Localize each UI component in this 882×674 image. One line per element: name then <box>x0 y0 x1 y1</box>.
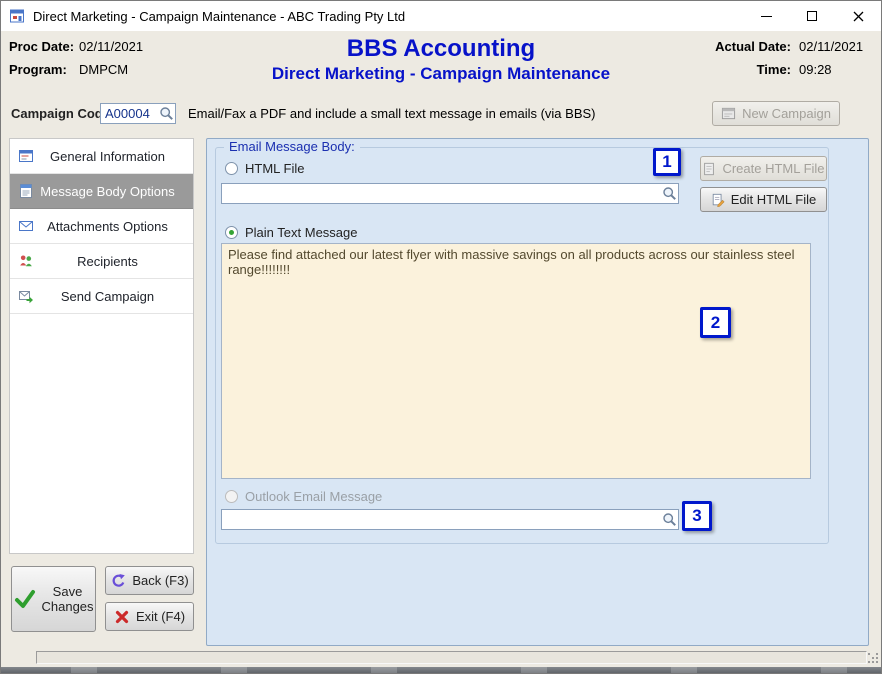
save-check-icon <box>14 588 36 610</box>
save-changes-label: Save Changes <box>42 584 94 614</box>
titlebar: Direct Marketing - Campaign Maintenance … <box>1 1 881 31</box>
status-bar-panel <box>36 651 867 664</box>
taskbar-edge <box>1 667 881 674</box>
document-icon <box>18 183 34 199</box>
people-icon <box>18 253 34 269</box>
outlook-option: Outlook Email Message <box>225 489 382 504</box>
annotation-badge-1: 1 <box>653 148 681 176</box>
outlook-label: Outlook Email Message <box>245 489 382 504</box>
exit-x-icon <box>114 609 130 625</box>
minimize-button[interactable] <box>743 1 789 31</box>
edit-html-file-label: Edit HTML File <box>731 192 816 207</box>
window-title: Direct Marketing - Campaign Maintenance … <box>33 9 405 24</box>
annotation-badge-3: 3 <box>682 501 712 531</box>
close-icon <box>853 11 864 22</box>
sidebar-item-label: Recipients <box>10 254 193 269</box>
program-label: Program: <box>9 62 79 77</box>
minimize-icon <box>761 16 772 17</box>
edit-html-icon <box>711 193 725 207</box>
envelope-icon <box>18 218 34 234</box>
close-button[interactable] <box>835 1 881 31</box>
new-campaign-icon <box>721 106 736 121</box>
create-html-file-button[interactable]: Create HTML File <box>700 156 827 181</box>
edit-html-file-button[interactable]: Edit HTML File <box>700 187 827 212</box>
plain-text-option: Plain Text Message <box>225 225 358 240</box>
form-icon <box>18 148 34 164</box>
sidebar-item-message-body-options[interactable]: Message Body Options <box>10 174 193 209</box>
exit-label: Exit (F4) <box>136 609 185 624</box>
html-file-label[interactable]: HTML File <box>245 161 304 176</box>
proc-date-label: Proc Date: <box>9 39 79 54</box>
window-controls <box>743 1 881 31</box>
app-icon <box>9 8 25 24</box>
proc-date-value: 02/11/2021 <box>79 39 143 54</box>
sidebar-item-general-information[interactable]: General Information <box>10 139 193 174</box>
resize-grip[interactable] <box>868 653 879 664</box>
back-arrow-icon <box>110 573 126 589</box>
html-file-radio[interactable] <box>225 162 238 175</box>
exit-button[interactable]: Exit (F4) <box>105 602 194 631</box>
campaign-code-label: Campaign Code: <box>11 106 114 121</box>
time-value: 09:28 <box>799 62 871 77</box>
app-window: Direct Marketing - Campaign Maintenance … <box>0 0 882 674</box>
email-message-body-group: Email Message Body: HTML File <box>215 147 829 544</box>
html-file-option: HTML File <box>225 161 304 176</box>
header-right: Actual Date: 02/11/2021 Time: 09:28 <box>715 39 871 77</box>
magnifier-icon[interactable] <box>159 106 174 124</box>
outlook-radio[interactable] <box>225 490 238 503</box>
plain-text-radio[interactable] <box>225 226 238 239</box>
campaign-code-field[interactable] <box>100 103 176 124</box>
sidebar-item-label: Message Body Options <box>10 184 193 199</box>
plain-text-message-textarea[interactable]: Please find attached our latest flyer wi… <box>221 243 811 479</box>
outlook-path-field[interactable] <box>221 509 679 530</box>
plain-text-label[interactable]: Plain Text Message <box>245 225 358 240</box>
send-icon <box>18 288 34 304</box>
sidebar-item-send-campaign[interactable]: Send Campaign <box>10 279 193 314</box>
create-html-file-label: Create HTML File <box>722 161 824 176</box>
maximize-icon <box>807 11 817 21</box>
sidebar-item-label: Send Campaign <box>10 289 193 304</box>
time-label: Time: <box>715 62 791 77</box>
html-file-path-field[interactable] <box>221 183 679 204</box>
create-html-icon <box>702 162 716 176</box>
program-value: DMPCM <box>79 62 143 77</box>
actual-date-label: Actual Date: <box>715 39 791 54</box>
actual-date-value: 02/11/2021 <box>799 39 871 54</box>
campaign-description: Email/Fax a PDF and include a small text… <box>188 106 596 121</box>
header: Proc Date: 02/11/2021 Program: DMPCM BBS… <box>1 31 881 96</box>
sidebar-item-label: General Information <box>10 149 193 164</box>
magnifier-icon[interactable] <box>662 186 677 204</box>
new-campaign-label: New Campaign <box>742 106 831 121</box>
magnifier-icon[interactable] <box>662 512 677 530</box>
back-button[interactable]: Back (F3) <box>105 566 194 595</box>
html-file-path-input[interactable] <box>222 184 678 203</box>
sidebar-item-attachments-options[interactable]: Attachments Options <box>10 209 193 244</box>
header-left: Proc Date: 02/11/2021 Program: DMPCM <box>9 39 143 77</box>
sidebar-nav: General Information Message Body Options <box>9 138 194 554</box>
save-changes-button[interactable]: Save Changes <box>11 566 96 632</box>
maximize-button[interactable] <box>789 1 835 31</box>
sidebar-item-label: Attachments Options <box>10 219 193 234</box>
campaign-bar: Campaign Code: Email/Fax a PDF and inclu… <box>1 96 881 134</box>
sidebar-item-recipients[interactable]: Recipients <box>10 244 193 279</box>
back-label: Back (F3) <box>132 573 188 588</box>
outlook-path-input[interactable] <box>222 510 678 529</box>
annotation-badge-2: 2 <box>700 307 731 338</box>
status-bar <box>1 649 881 667</box>
new-campaign-button[interactable]: New Campaign <box>712 101 840 126</box>
message-body-panel: Email Message Body: HTML File <box>206 138 869 646</box>
group-label: Email Message Body: <box>224 139 360 154</box>
